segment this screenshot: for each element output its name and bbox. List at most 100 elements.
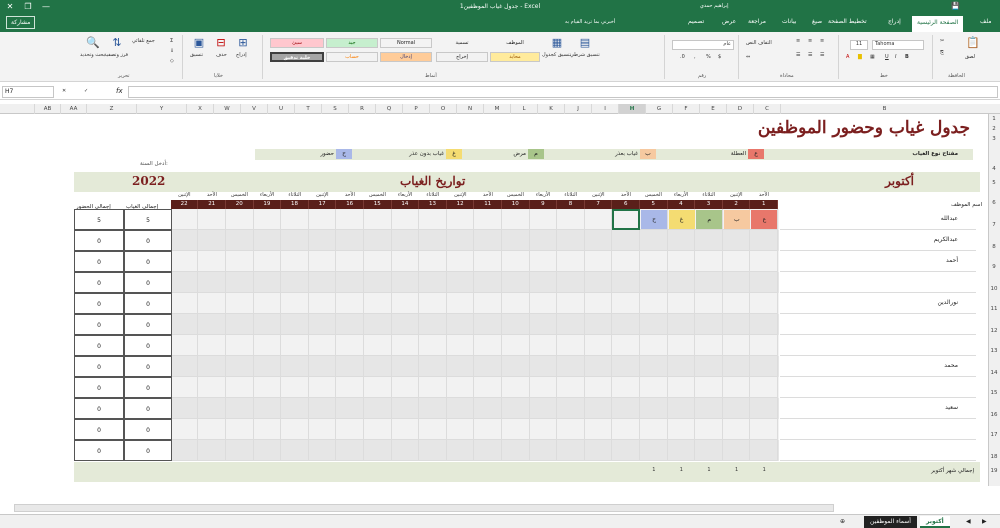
day-cell[interactable] [226,251,254,272]
copy-icon[interactable]: ⎘ [940,50,944,56]
day-cell[interactable] [722,419,751,440]
day-cell[interactable] [253,314,282,335]
merge-center-button[interactable]: ⇔ [746,54,750,60]
day-cell[interactable] [419,251,447,272]
insert-function-icon[interactable]: fx [116,87,123,95]
style-normal[interactable]: Normal [380,38,432,48]
sheet-tab-october[interactable]: أكتوبر [920,516,950,528]
find-select-icon[interactable]: 🔍 [86,36,100,50]
insert-cells-button[interactable]: إدراج [236,52,247,58]
day-cell[interactable] [722,293,751,314]
italic-icon[interactable]: I [895,54,896,60]
column-header-r[interactable]: R [348,104,375,114]
day-cell[interactable] [750,272,778,293]
day-cell[interactable] [584,356,613,377]
day-cell[interactable] [474,293,502,314]
formula-input[interactable] [128,86,998,98]
day-cell[interactable] [529,314,558,335]
day-cell[interactable] [557,230,585,251]
employee-name[interactable]: محمد [944,362,958,369]
day-cell[interactable] [612,251,640,272]
day-cell[interactable] [170,272,199,293]
row-header-13[interactable]: 13 [988,348,1000,354]
day-cell[interactable] [226,356,254,377]
day-cell[interactable] [198,440,226,461]
employee-name[interactable]: عبدالكريم [934,236,958,243]
delete-cells-button[interactable]: حذف [216,52,227,58]
fill-icon[interactable]: ⇓ [170,48,174,54]
enter-icon[interactable]: ✓ [84,88,88,94]
day-cell[interactable] [170,440,199,461]
day-cell[interactable] [557,440,585,461]
day-cell[interactable] [529,251,558,272]
day-cell[interactable] [640,356,668,377]
day-cell[interactable] [391,293,420,314]
day-cell[interactable] [529,398,558,419]
total-attendance-cell[interactable]: 0 [74,398,124,419]
day-cell[interactable] [474,335,502,356]
year-value[interactable]: 2022 [132,174,165,188]
total-attendance-cell[interactable]: 0 [74,419,124,440]
day-cell[interactable] [336,335,364,356]
tab-home[interactable]: الصفحة الرئيسية [912,16,964,32]
day-cell[interactable] [391,419,420,440]
tab-view[interactable]: عرض [722,18,736,25]
day-cell[interactable] [226,314,254,335]
row-header-5[interactable]: 5 [988,180,1000,186]
column-header-x[interactable]: X [186,104,213,114]
day-cell[interactable] [198,251,226,272]
day-cell[interactable] [557,335,585,356]
row-header-12[interactable]: 12 [988,328,1000,334]
day-cell[interactable] [336,398,364,419]
day-cell[interactable] [584,314,613,335]
day-cell[interactable] [364,335,392,356]
day-cell[interactable] [695,419,723,440]
user-name[interactable]: إبراهيم حمدي [700,3,729,9]
tab-data[interactable]: بيانات [782,18,796,25]
day-cell[interactable] [695,335,723,356]
total-absence-cell[interactable]: 0 [124,335,172,356]
day-cell[interactable] [419,440,447,461]
day-cell[interactable] [419,398,447,419]
tell-me-search[interactable]: أخبرني بما تريد القيام به [565,19,615,25]
day-cell[interactable] [612,272,640,293]
row-header-11[interactable]: 11 [988,306,1000,312]
day-cell[interactable] [584,440,613,461]
day-cell[interactable] [502,356,530,377]
day-cell[interactable] [419,419,447,440]
day-cell[interactable] [391,230,420,251]
day-cell[interactable] [446,230,475,251]
day-cell[interactable] [529,377,558,398]
share-button[interactable]: مشاركة [6,16,36,29]
day-cell[interactable] [226,209,254,230]
day-cell[interactable] [557,356,585,377]
worksheet[interactable]: جدول غياب وحضور الموظفين مفتاح نوع الغيا… [0,114,988,486]
day-cell[interactable] [502,293,530,314]
total-attendance-cell[interactable]: 0 [74,377,124,398]
day-cell[interactable] [336,251,364,272]
row-header-14[interactable]: 14 [988,370,1000,376]
day-cell[interactable] [584,209,613,230]
day-cell[interactable] [446,398,475,419]
day-cell[interactable] [446,440,475,461]
font-color-icon[interactable]: A [846,54,849,60]
attendance-mark[interactable]: ب [723,210,750,229]
tab-formulas[interactable]: صيغ [812,18,822,25]
day-cell[interactable] [308,314,337,335]
day-cell[interactable] [612,440,640,461]
attendance-mark[interactable]: م [696,210,723,229]
day-cell[interactable] [281,419,309,440]
cancel-icon[interactable]: ✕ [62,88,66,94]
column-header-v[interactable]: V [240,104,267,114]
column-header-d[interactable]: D [726,104,753,114]
column-header-e[interactable]: E [699,104,726,114]
day-cell[interactable] [336,314,364,335]
day-cell[interactable] [640,251,668,272]
day-cell[interactable] [667,419,696,440]
row-header-4[interactable]: 4 [988,166,1000,172]
day-cell[interactable] [281,335,309,356]
format-cells-icon[interactable]: ▣ [192,36,206,50]
day-cell[interactable] [529,209,558,230]
day-cell[interactable] [667,251,696,272]
day-cell[interactable] [419,230,447,251]
